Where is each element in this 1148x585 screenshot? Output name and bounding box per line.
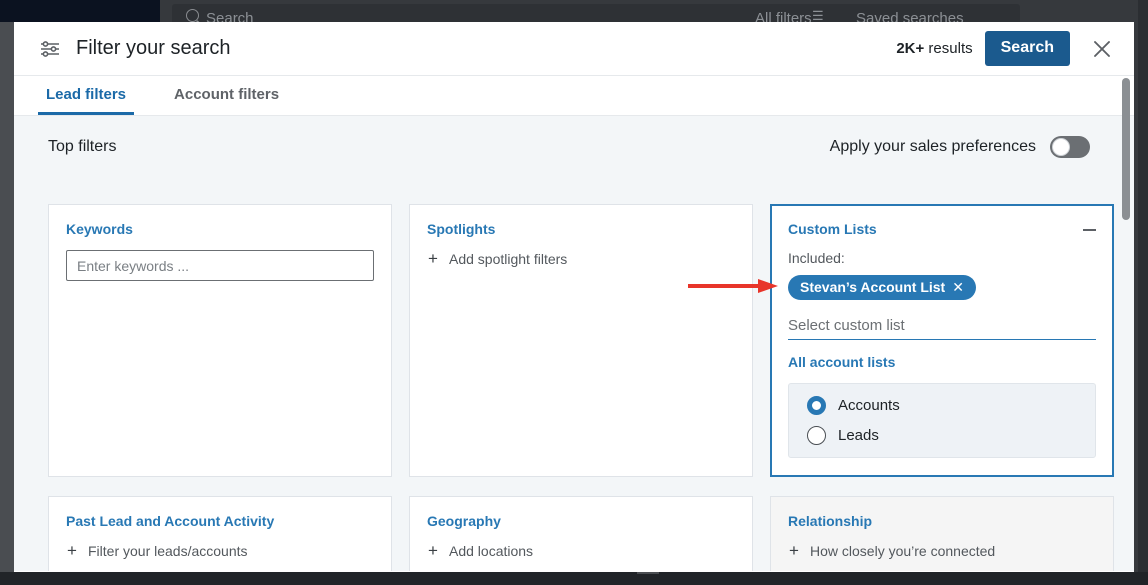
add-spotlight-filters-button[interactable]: + Add spotlight filters (427, 250, 735, 267)
results-count-value: 2K+ (896, 40, 925, 57)
sales-preferences-toggle[interactable] (1050, 136, 1090, 158)
all-account-lists-link[interactable]: All account lists (788, 354, 1096, 370)
filter-leads-accounts-label: Filter your leads/accounts (88, 542, 248, 559)
results-count: 2K+ results (896, 40, 972, 57)
top-filters-row: Top filters Apply your sales preferences (14, 116, 1134, 158)
card-relationship[interactable]: Relationship + How closely you’re connec… (770, 496, 1114, 571)
radio-option-accounts[interactable]: Accounts (807, 396, 1095, 415)
tab-lead-filters[interactable]: Lead filters (38, 76, 135, 115)
page-title: Filter your search (76, 37, 231, 59)
card-geography-title: Geography (427, 513, 501, 529)
radio-leads-label: Leads (838, 427, 879, 444)
relationship-connected-label: How closely you’re connected (810, 542, 996, 559)
header-actions: 2K+ results Search (896, 31, 1134, 67)
background-bottom-strip (0, 572, 1148, 585)
minus-icon[interactable] (1078, 219, 1100, 241)
sliders-filter-icon (38, 37, 62, 61)
close-button[interactable] (1084, 31, 1120, 67)
sales-preferences-label: Apply your sales preferences (829, 138, 1036, 155)
background-navy-strip (0, 0, 160, 22)
card-keywords[interactable]: Keywords (48, 204, 392, 477)
search-button[interactable]: Search (984, 31, 1070, 66)
background-left-rail (0, 22, 14, 585)
filter-tabs: Lead filters Account filters (14, 76, 1134, 116)
close-icon[interactable]: ✕ (952, 280, 964, 294)
add-locations-label: Add locations (449, 542, 534, 559)
relationship-connected-button[interactable]: + How closely you’re connected (788, 542, 1096, 559)
included-label: Included: (788, 250, 845, 266)
list-type-radio-group: Accounts Leads (788, 383, 1096, 458)
tab-account-filters[interactable]: Account filters (166, 76, 287, 115)
custom-list-pill-label: Stevan’s Account List (800, 279, 946, 295)
filter-cards-row-1: Keywords Spotlights + Add spotlight filt… (48, 204, 1114, 477)
radio-accounts-label: Accounts (838, 397, 900, 414)
card-spotlights-title: Spotlights (427, 221, 496, 237)
background-right-rail (1138, 0, 1148, 585)
filter-cards-grid: Keywords Spotlights + Add spotlight filt… (48, 204, 1114, 571)
keywords-input[interactable] (66, 250, 374, 281)
background-filter-icon: ☰ (812, 8, 824, 23)
card-past-activity-title: Past Lead and Account Activity (66, 513, 275, 529)
filter-search-modal: Filter your search 2K+ results Search Le… (14, 22, 1134, 572)
toggle-knob (1052, 138, 1070, 156)
card-spotlights[interactable]: Spotlights + Add spotlight filters (409, 204, 753, 477)
radio-option-leads[interactable]: Leads (807, 426, 1095, 445)
filter-leads-accounts-button[interactable]: + Filter your leads/accounts (66, 542, 374, 559)
top-filters-label: Top filters (48, 138, 117, 155)
add-spotlight-filters-label: Add spotlight filters (449, 250, 568, 267)
sales-preferences-group: Apply your sales preferences (830, 136, 1090, 158)
plus-icon: + (67, 541, 77, 560)
scrollbar-thumb[interactable] (1122, 78, 1130, 220)
plus-icon: + (428, 541, 438, 560)
custom-list-pill[interactable]: Stevan’s Account List ✕ (788, 275, 976, 300)
modal-body: Top filters Apply your sales preferences… (14, 116, 1134, 571)
radio-accounts-indicator[interactable] (807, 396, 826, 415)
close-icon (1094, 40, 1110, 57)
plus-icon: + (789, 541, 799, 560)
card-relationship-title: Relationship (788, 513, 873, 529)
plus-icon: + (428, 249, 438, 268)
modal-header: Filter your search 2K+ results Search (14, 22, 1134, 76)
add-locations-button[interactable]: + Add locations (427, 542, 735, 559)
card-custom-lists[interactable]: Custom Lists Included: Stevan’s Account … (770, 204, 1114, 477)
card-geography[interactable]: Geography + Add locations (409, 496, 753, 571)
radio-leads-indicator[interactable] (807, 426, 826, 445)
filter-cards-row-2: Past Lead and Account Activity + Filter … (48, 496, 1114, 571)
card-custom-lists-title: Custom Lists (788, 221, 877, 237)
results-count-suffix: results (924, 40, 973, 57)
search-icon (186, 9, 199, 22)
custom-list-select-input[interactable]: Select custom list (788, 317, 1096, 340)
card-keywords-title: Keywords (66, 221, 133, 237)
card-past-activity[interactable]: Past Lead and Account Activity + Filter … (48, 496, 392, 571)
